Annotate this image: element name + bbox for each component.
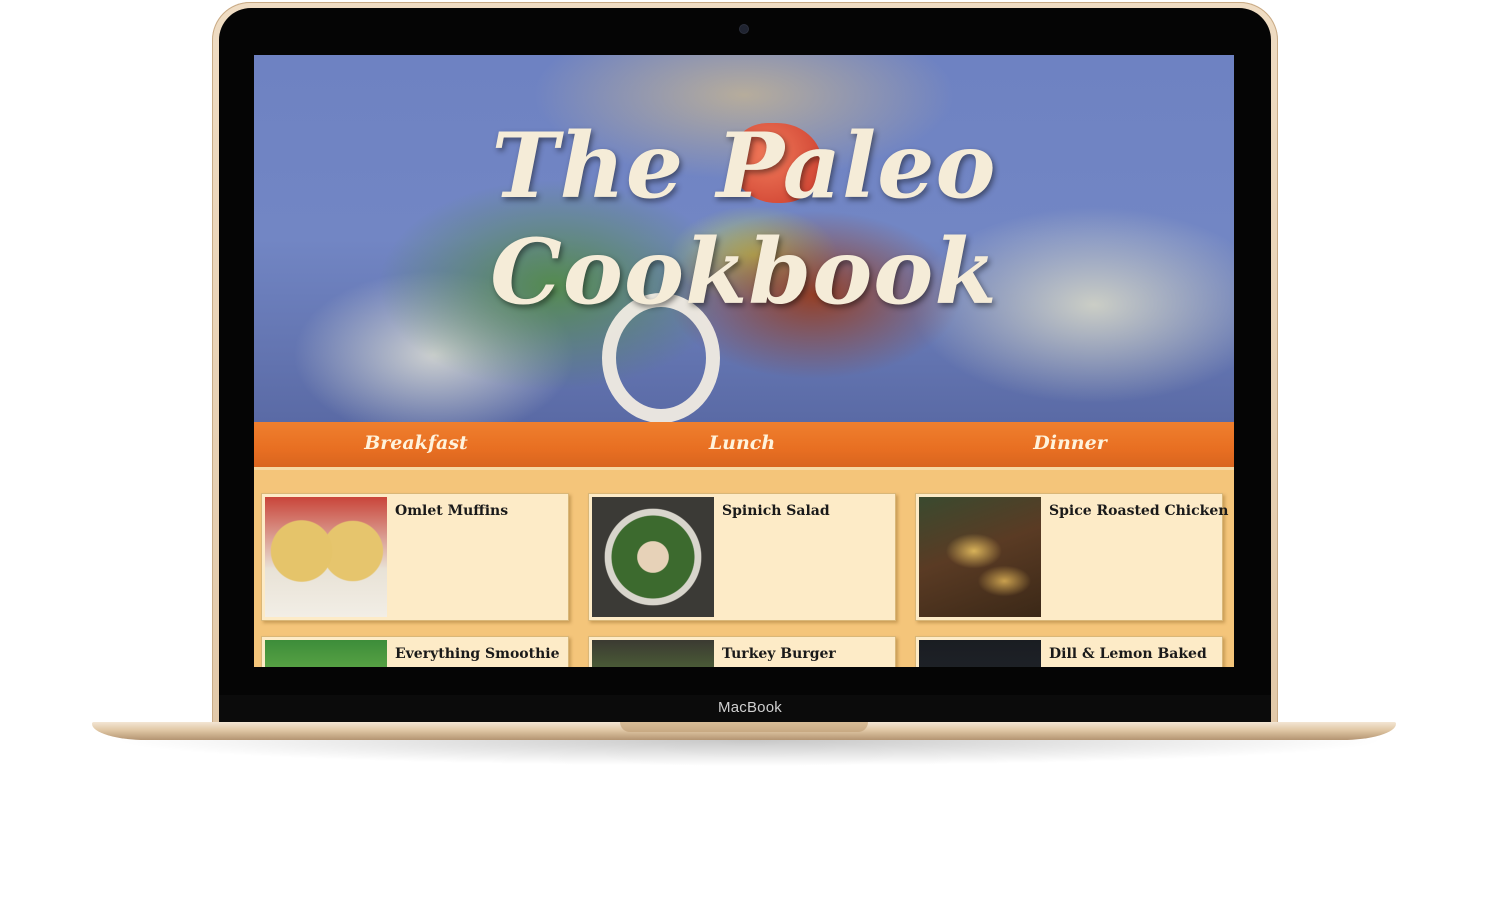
recipe-card[interactable]: Dill & Lemon Baked (915, 636, 1223, 667)
recipe-card[interactable]: Everything Smoothie (261, 636, 569, 667)
recipe-card[interactable]: Spice Roasted Chicken (915, 493, 1228, 621)
recipe-thumbnail (265, 497, 387, 617)
laptop-shadow (110, 740, 1390, 766)
recipe-grid: Omlet Muffins Spinich Salad Spice Roaste… (254, 470, 1234, 667)
hero-banner: The Paleo Cookbook (254, 55, 1234, 422)
nav-dinner[interactable]: Dinner (970, 432, 1170, 454)
recipe-card[interactable]: Turkey Burger (588, 636, 896, 667)
website-screen: The Paleo Cookbook Breakfast Lunch Dinne… (254, 55, 1234, 667)
recipe-title: Turkey Burger (722, 646, 836, 662)
webcam-icon (740, 25, 748, 33)
recipe-thumbnail (592, 640, 714, 667)
device-brand-label: MacBook (718, 699, 782, 716)
recipe-title: Omlet Muffins (395, 503, 509, 519)
recipe-thumbnail (592, 497, 714, 617)
laptop-notch (620, 722, 868, 732)
category-nav: Breakfast Lunch Dinner (254, 422, 1234, 470)
recipe-card[interactable]: Omlet Muffins (261, 493, 569, 621)
recipe-thumbnail (919, 640, 1041, 667)
recipe-title: Dill & Lemon Baked (1049, 646, 1207, 662)
recipe-card[interactable]: Spinich Salad (588, 493, 896, 621)
recipe-title: Spice Roasted Chicken (1049, 503, 1229, 519)
recipe-thumbnail (919, 497, 1041, 617)
nav-lunch[interactable]: Lunch (642, 432, 842, 454)
recipe-thumbnail (265, 640, 387, 667)
recipe-title: Spinich Salad (722, 503, 830, 519)
nav-breakfast[interactable]: Breakfast (316, 432, 516, 454)
recipe-title: Everything Smoothie (395, 646, 560, 662)
site-title: The Paleo Cookbook (490, 113, 998, 325)
